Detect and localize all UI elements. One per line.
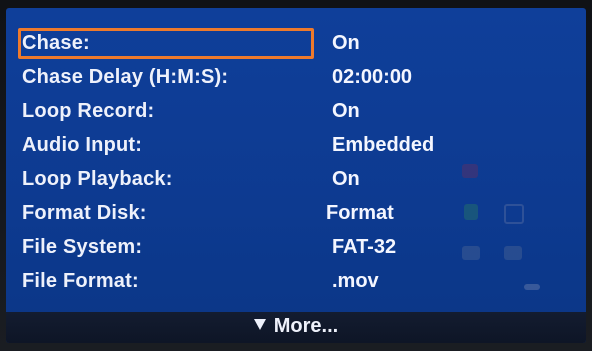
menu-label-file-format: File Format: xyxy=(22,270,139,292)
menu-row-format-disk[interactable]: Format Disk: Format xyxy=(6,200,586,233)
menu-value-chase-delay: 02:00:00 xyxy=(332,66,413,88)
menu-row-audio-input[interactable]: Audio Input: Embedded xyxy=(6,132,586,165)
menu-row-file-format[interactable]: File Format: .mov xyxy=(6,268,586,301)
triangle-down-icon xyxy=(253,319,266,330)
menu-label-loop-playback: Loop Playback: xyxy=(22,168,173,190)
more-button[interactable]: More... xyxy=(6,315,586,338)
more-footer[interactable]: More... xyxy=(6,312,586,343)
menu-value-file-system: FAT-32 xyxy=(332,236,397,258)
menu-row-chase-delay[interactable]: Chase Delay (H:M:S): 02:00:00 xyxy=(6,64,586,97)
menu-row-file-system[interactable]: File System: FAT-32 xyxy=(6,234,586,267)
device-bezel: Chase: On Chase Delay (H:M:S): 02:00:00 … xyxy=(0,0,592,351)
menu-screen: Chase: On Chase Delay (H:M:S): 02:00:00 … xyxy=(6,8,586,343)
menu-value-file-format: .mov xyxy=(332,270,379,292)
menu-label-format-disk: Format Disk: xyxy=(22,202,147,224)
menu-label-chase: Chase: xyxy=(22,32,90,54)
menu-label-file-system: File System: xyxy=(22,236,143,258)
menu-label-audio-input: Audio Input: xyxy=(22,134,143,156)
menu-value-format-disk: Format xyxy=(326,202,394,224)
more-label: More... xyxy=(273,315,339,337)
menu-value-loop-record: On xyxy=(332,100,360,122)
menu-value-audio-input: Embedded xyxy=(332,134,435,156)
menu-row-loop-playback[interactable]: Loop Playback: On xyxy=(6,166,586,199)
menu-value-chase: On xyxy=(332,32,360,54)
menu-value-loop-playback: On xyxy=(332,168,360,190)
menu-label-loop-record: Loop Record: xyxy=(22,100,155,122)
menu-label-chase-delay: Chase Delay (H:M:S): xyxy=(22,66,229,88)
menu-row-chase[interactable]: Chase: On xyxy=(6,30,586,63)
menu-row-loop-record[interactable]: Loop Record: On xyxy=(6,98,586,131)
